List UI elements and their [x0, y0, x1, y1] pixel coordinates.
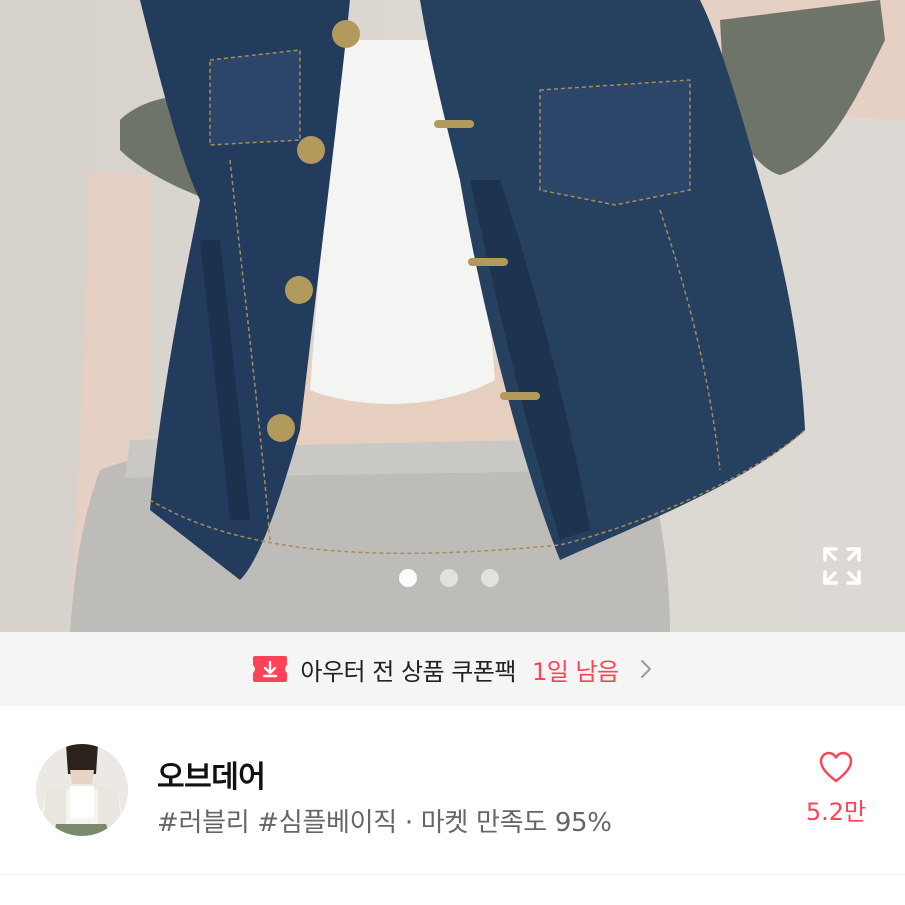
carousel-pagination [399, 569, 499, 587]
divider [0, 874, 905, 875]
product-image-carousel[interactable] [0, 0, 905, 632]
expand-icon [823, 547, 861, 585]
shop-info: 오브데어 #러블리 #심플베이직 · 마켓 만족도 95% 5.2만 [0, 706, 905, 876]
chevron-right-icon [640, 660, 651, 678]
carousel-dot-1[interactable] [399, 569, 417, 587]
carousel-dot-3[interactable] [481, 569, 499, 587]
coupon-banner[interactable]: 아우터 전 상품 쿠폰팩 1일 남음 [0, 632, 905, 706]
like-count: 5.2만 [805, 798, 867, 826]
coupon-text: 아우터 전 상품 쿠폰팩 [300, 657, 516, 686]
heart-outline-icon [819, 751, 853, 783]
avatar-image [36, 744, 128, 836]
shop-tags: #러블리 #심플베이직 · 마켓 만족도 95% [157, 808, 612, 838]
product-photo [70, 0, 905, 632]
expand-button[interactable] [822, 546, 862, 586]
shop-avatar[interactable] [36, 744, 128, 836]
carousel-dot-2[interactable] [440, 569, 458, 587]
like-button[interactable]: 5.2만 [800, 750, 872, 827]
coupon-days-left: 1일 남음 [531, 657, 619, 686]
shop-name[interactable]: 오브데어 [157, 752, 266, 796]
coupon-download-icon [253, 656, 288, 682]
